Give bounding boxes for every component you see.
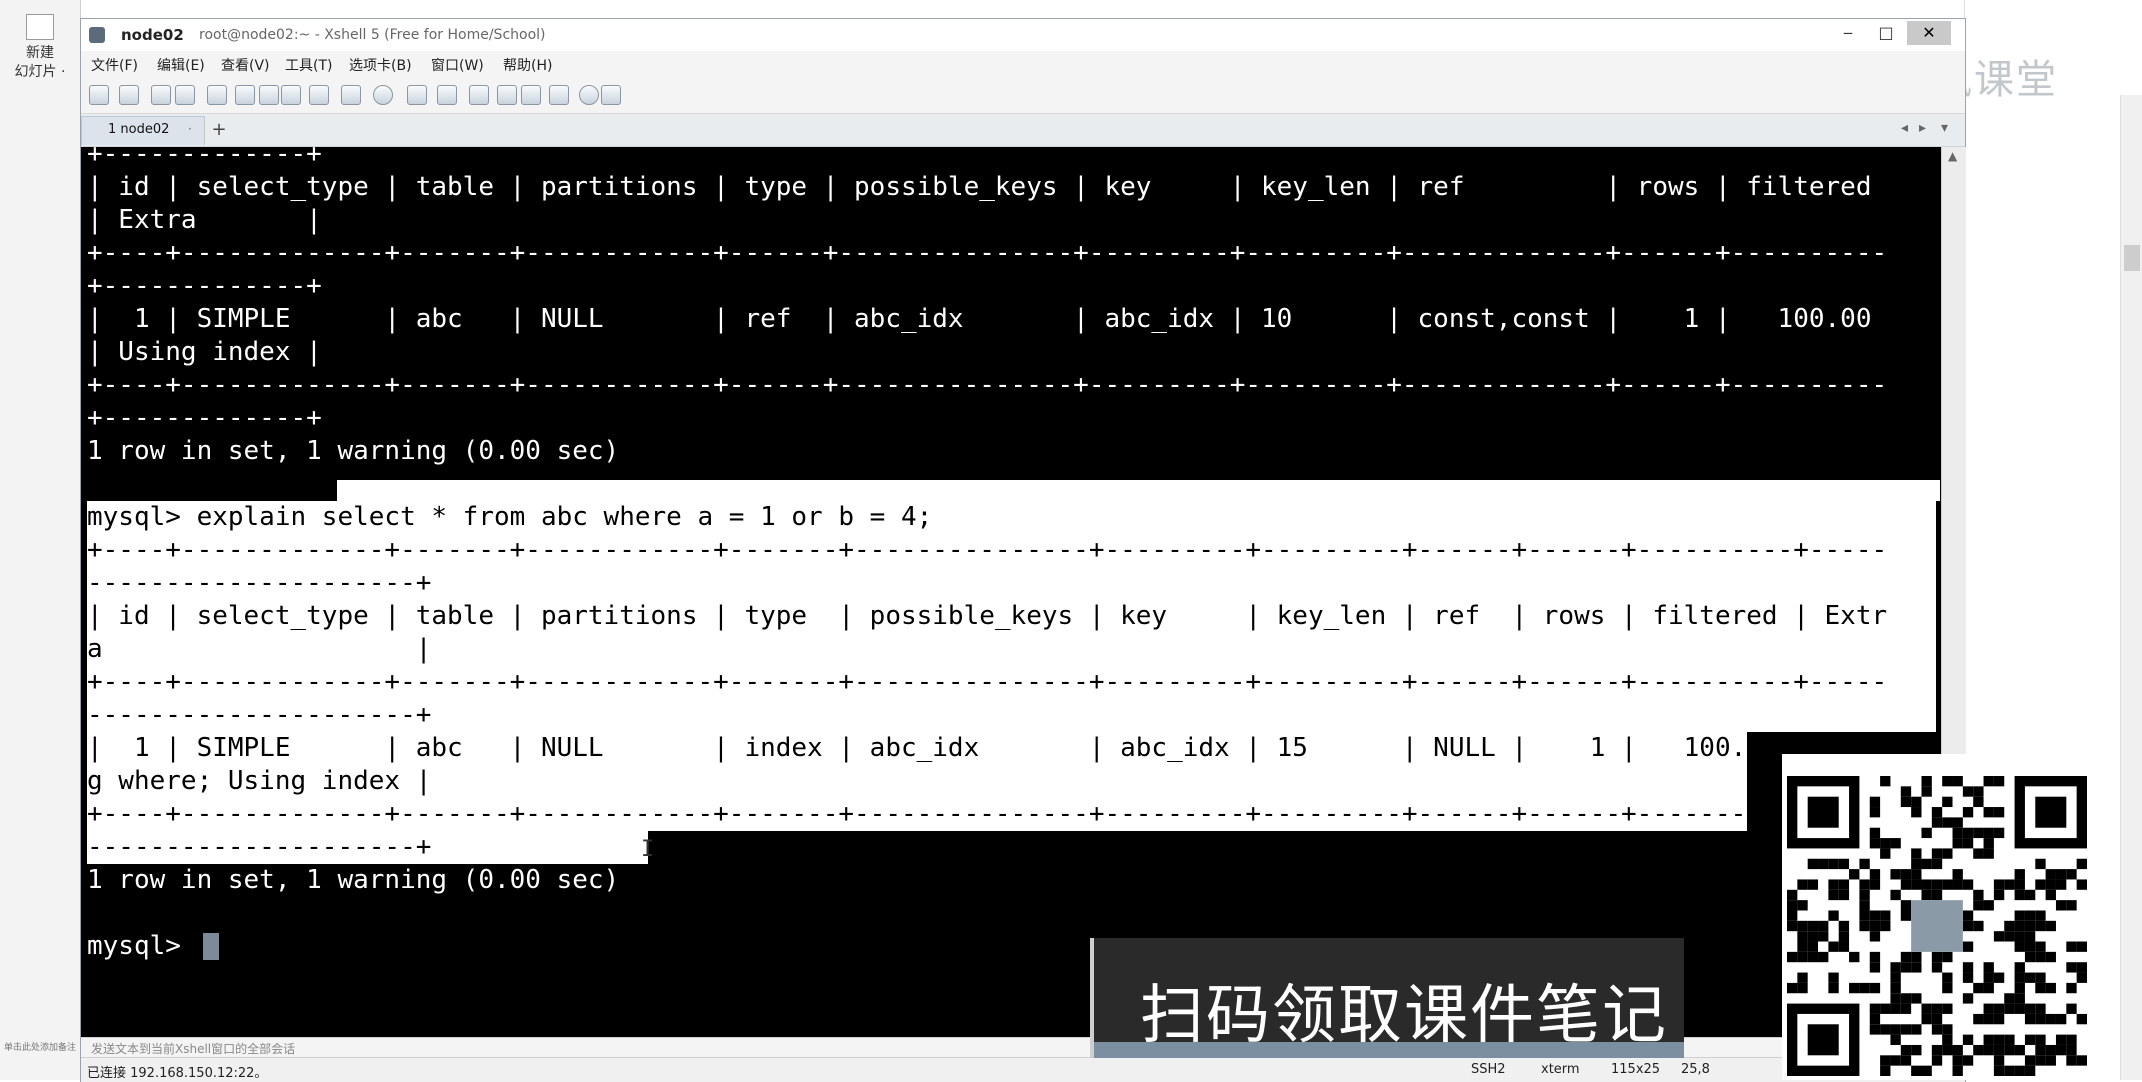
menu-tools[interactable]: 工具(T)	[285, 55, 332, 75]
ppt-left-panel: 新建 幻灯片 · 单击此处添加备注	[0, 0, 81, 1080]
color-scheme-icon[interactable]	[437, 85, 457, 105]
keyboard-icon[interactable]	[549, 85, 569, 105]
terminal-line: +-------------+	[87, 271, 322, 301]
terminal-line: mysql> explain select * from abc where a…	[87, 501, 1936, 534]
terminal-line: +----+-------------+-------+------------…	[87, 534, 1936, 567]
transfer-icon[interactable]	[341, 85, 361, 105]
lock-icon[interactable]	[521, 85, 541, 105]
open-folder-icon[interactable]	[119, 85, 139, 105]
status-connection: 已连接 192.168.150.12:22。	[87, 1066, 268, 1081]
tab-list-icon[interactable]: ▾	[1941, 120, 1948, 136]
globe-icon[interactable]	[373, 85, 393, 105]
disconnect-icon[interactable]	[175, 85, 195, 105]
terminal-area[interactable]: +-------------+ | id | select_type | tabl…	[81, 147, 1941, 1037]
tab-bar: 1 node02 · + ◂ ▸ ▾	[81, 114, 1965, 147]
chat-icon[interactable]	[601, 85, 621, 105]
new-slide-label: 新建 幻灯片 ·	[14, 45, 66, 80]
minimize-button[interactable]: ‒	[1831, 21, 1865, 45]
ppt-scrollbar-thumb[interactable]	[2124, 245, 2140, 271]
terminal-cursor	[202, 933, 219, 960]
terminal-line: ---------------------+	[87, 699, 1936, 732]
terminal-line: g where; Using index |	[87, 765, 1747, 798]
ppt-scrollbar[interactable]	[2120, 95, 2142, 1080]
terminal-line: +-------------+	[87, 147, 322, 169]
help-icon[interactable]	[579, 85, 599, 105]
new-slide-button[interactable]: 新建 幻灯片 ·	[6, 14, 74, 82]
window-title: node02	[121, 26, 184, 44]
status-protocol: SSH2	[1471, 1062, 1506, 1077]
status-term: xterm	[1541, 1062, 1580, 1077]
xshell-window: node02 root@node02:~ - Xshell 5 (Free fo…	[80, 18, 1966, 1082]
copy-icon[interactable]	[235, 85, 255, 105]
terminal-line: a |	[87, 633, 1936, 666]
status-size: 115x25	[1611, 1062, 1661, 1077]
close-button[interactable]: ✕	[1907, 21, 1951, 45]
tab-close-icon[interactable]: ·	[188, 122, 192, 136]
tab-next-icon[interactable]: ▸	[1919, 120, 1926, 136]
tab-node02[interactable]: 1 node02 ·	[81, 116, 205, 145]
terminal-line: +----+-------------+-------+------------…	[87, 798, 1888, 831]
reconnect-icon[interactable]	[151, 85, 171, 105]
new-tab-button[interactable]: +	[207, 118, 231, 142]
status-cursor: 25,8	[1681, 1062, 1710, 1077]
terminal-line: ---------------------+	[87, 831, 648, 864]
status-bar: 已连接 192.168.150.12:22。 SSH2 xterm 115x25…	[81, 1057, 1965, 1082]
menu-edit[interactable]: 编辑(E)	[157, 55, 205, 75]
terminal-line: | 1 | SIMPLE | abc | NULL | ref | abc_id…	[87, 304, 1872, 334]
qr-code-image	[1787, 776, 2087, 1076]
title-bar: node02 root@node02:~ - Xshell 5 (Free fo…	[81, 19, 1965, 52]
mouse-ibeam-icon: I	[641, 837, 655, 862]
promo-banner: 扫码领取课件笔记	[1090, 938, 1684, 1058]
terminal-line: +----+-------------+-------+------------…	[87, 370, 1888, 400]
paste-icon[interactable]	[259, 85, 279, 105]
script-icon[interactable]	[469, 85, 489, 105]
terminal-line: mysql>	[87, 930, 219, 963]
print-icon[interactable]	[309, 85, 329, 105]
xshell-app-icon	[89, 27, 105, 43]
terminal-line: | Using index |	[87, 337, 322, 367]
terminal-line: ---------------------+	[87, 567, 1936, 600]
compose-bar-text: 发送文本到当前Xshell窗口的全部会话	[91, 1042, 296, 1056]
terminal-line: | id | select_type | table | partitions …	[87, 600, 1936, 633]
tab-label: 1 node02	[108, 122, 170, 137]
terminal-line	[337, 480, 1940, 501]
terminal-line: | 1 | SIMPLE | abc | NULL | index | abc_…	[87, 732, 1888, 765]
terminal-line: +-------------+	[87, 403, 322, 433]
menu-help[interactable]: 帮助(H)	[503, 55, 552, 75]
tab-prev-icon[interactable]: ◂	[1901, 120, 1908, 136]
window-subtitle: root@node02:~ - Xshell 5 (Free for Home/…	[199, 27, 546, 43]
notes-hint: 单击此处添加备注	[4, 1043, 77, 1053]
font-icon[interactable]	[407, 85, 427, 105]
terminal-line: | Extra |	[87, 205, 322, 235]
qr-code	[1782, 754, 2092, 1080]
promo-bar	[1094, 1042, 1684, 1058]
terminal-line: | id | select_type | table | partitions …	[87, 172, 1872, 202]
menu-view[interactable]: 查看(V)	[221, 55, 270, 75]
menu-tab[interactable]: 选项卡(B)	[349, 55, 412, 75]
maximize-button[interactable]: □	[1869, 21, 1903, 45]
menu-bar: 文件(F) 编辑(E) 查看(V) 工具(T) 选项卡(B) 窗口(W) 帮助(…	[81, 51, 1965, 77]
fullscreen-icon[interactable]	[497, 85, 517, 105]
menu-file[interactable]: 文件(F)	[91, 55, 138, 75]
scroll-up-icon[interactable]: ▲	[1948, 149, 1957, 163]
properties-icon[interactable]	[207, 85, 227, 105]
new-slide-icon	[26, 14, 54, 40]
terminal-line: 1 row in set, 1 warning (0.00 sec)	[87, 436, 620, 466]
terminal-line: +----+-------------+-------+------------…	[87, 238, 1888, 268]
terminal-line: 1 row in set, 1 warning (0.00 sec)	[87, 865, 620, 895]
toolbar	[81, 77, 1965, 114]
terminal-line: +----+-------------+-------+------------…	[87, 666, 1936, 699]
new-session-icon[interactable]	[89, 85, 109, 105]
menu-window[interactable]: 窗口(W)	[431, 55, 484, 75]
find-icon[interactable]	[281, 85, 301, 105]
